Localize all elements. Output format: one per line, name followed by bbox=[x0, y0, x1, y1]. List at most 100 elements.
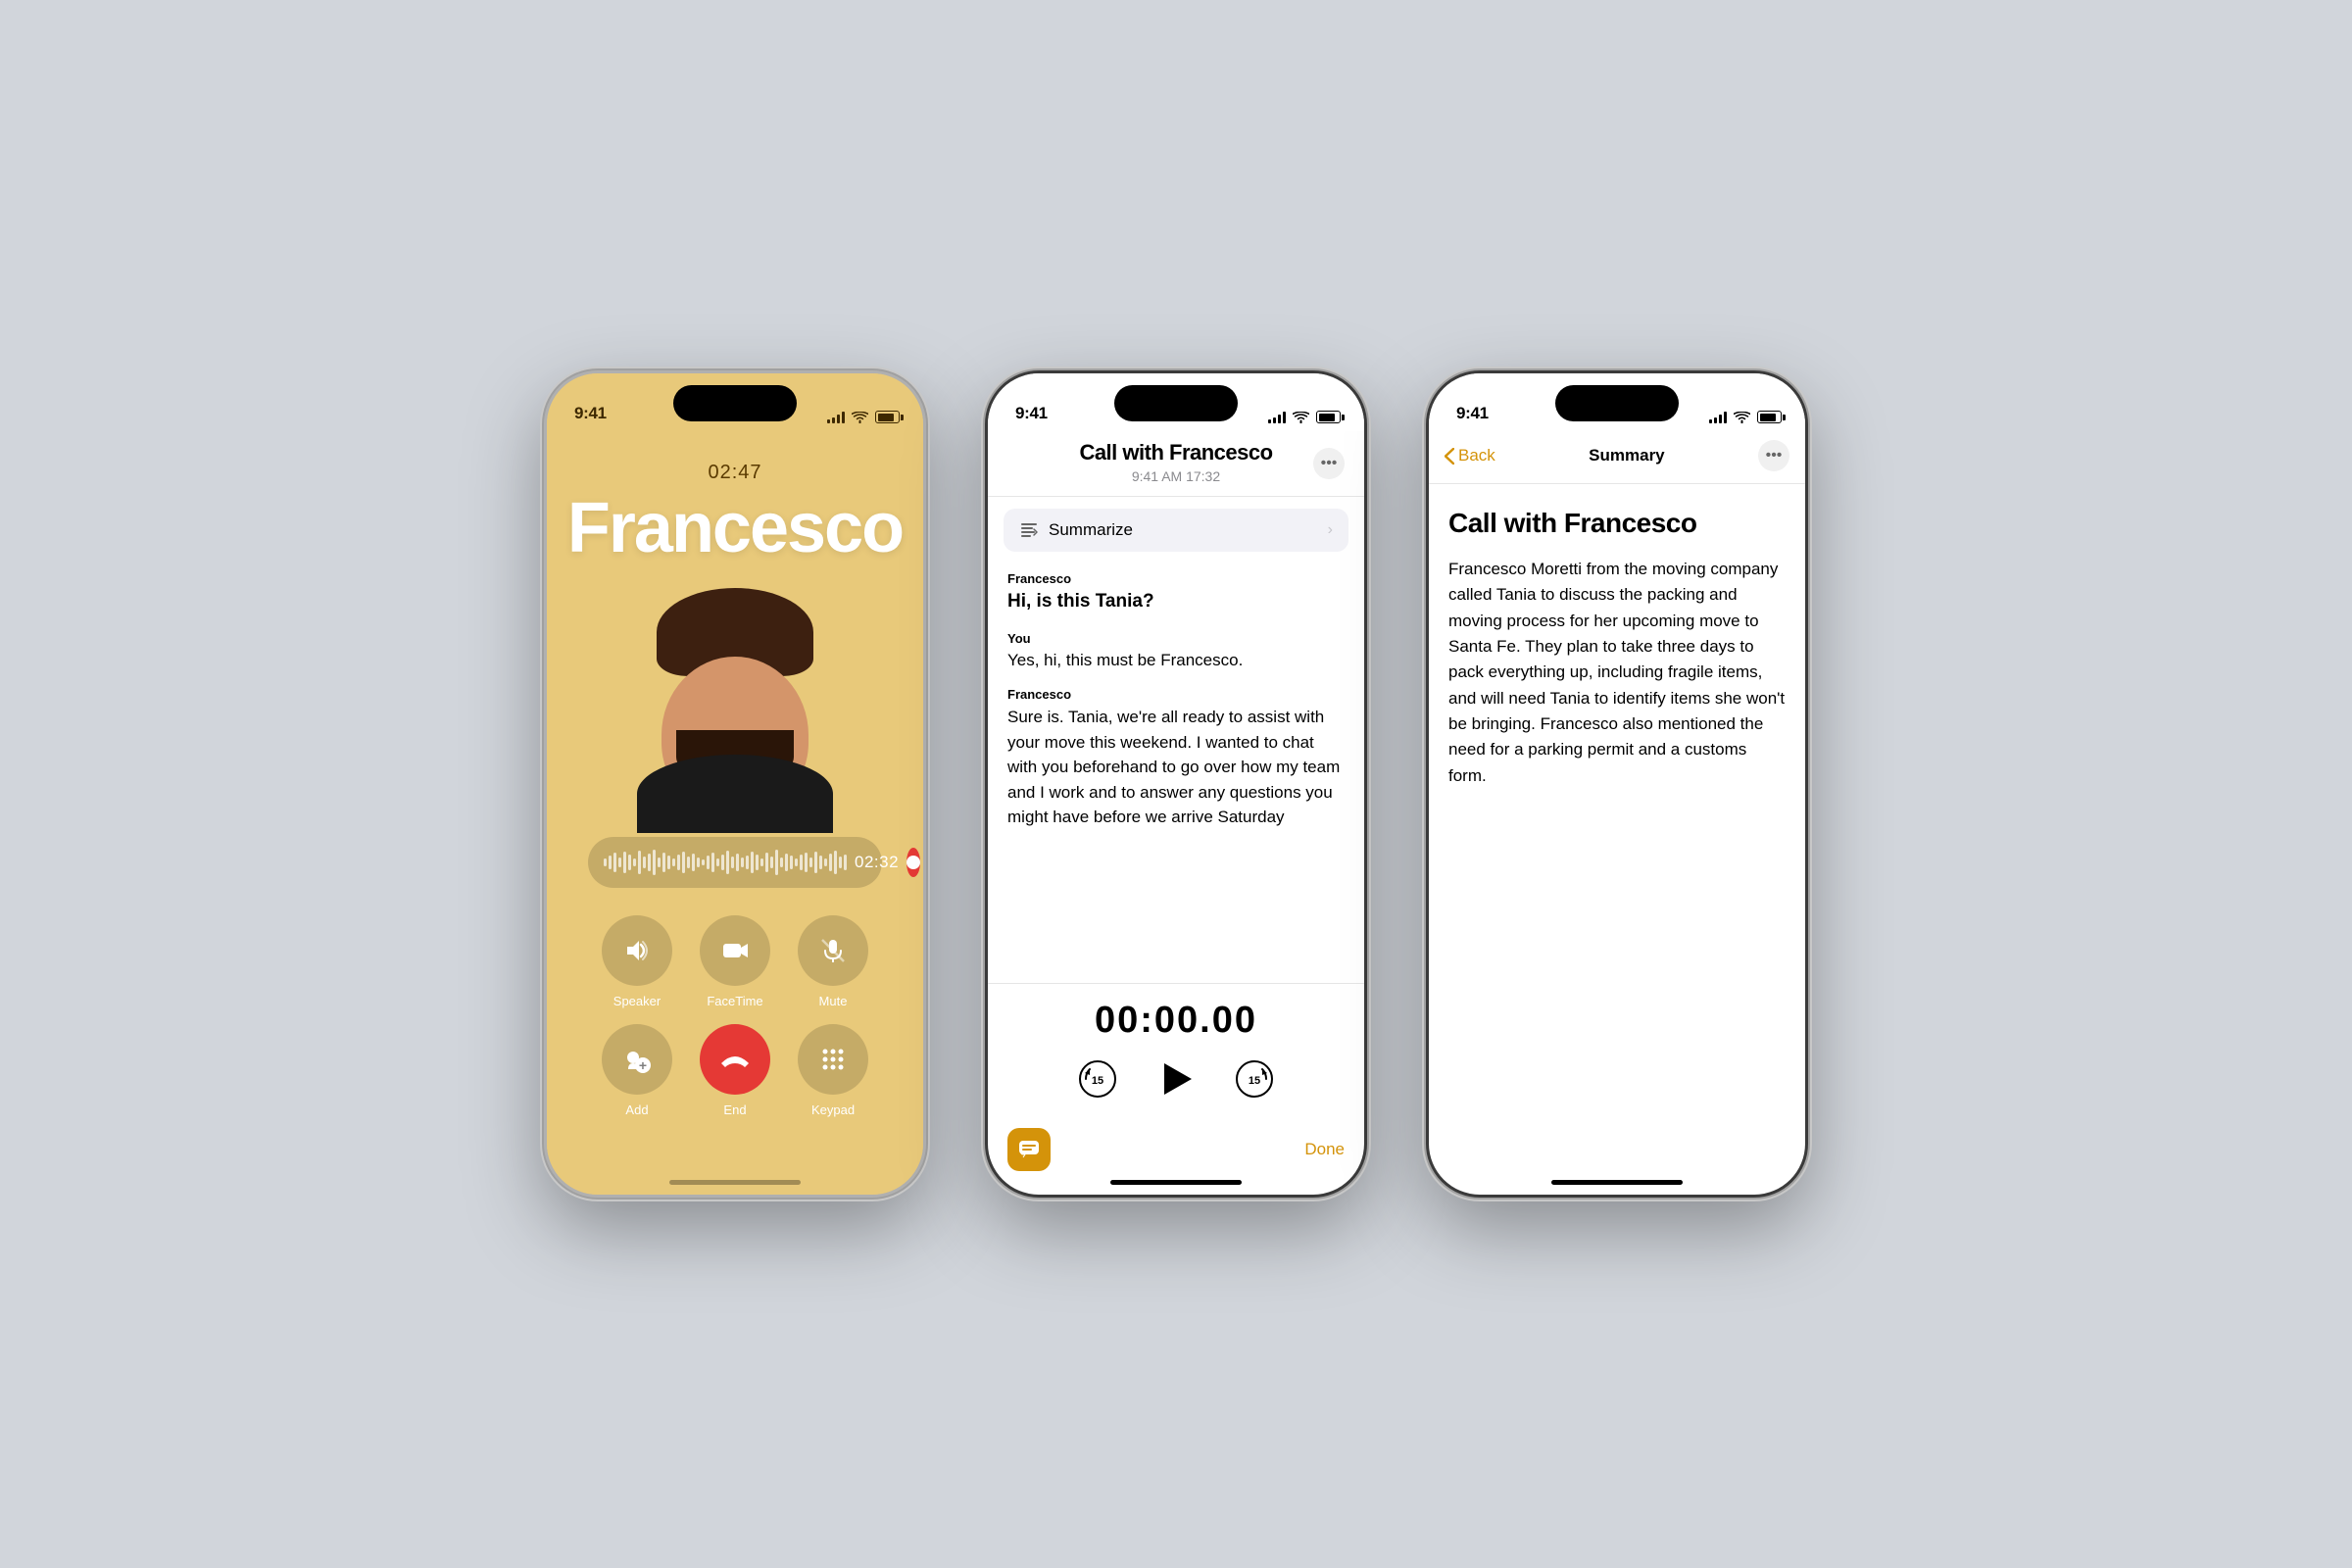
keypad-label: Keypad bbox=[811, 1102, 855, 1117]
call-buttons-top: Speaker FaceTime bbox=[602, 915, 868, 1008]
battery-icon-2 bbox=[1316, 411, 1341, 423]
speaker-icon bbox=[623, 937, 651, 964]
phone-summary-screen: 9:41 Back Summary • bbox=[1426, 370, 1808, 1198]
summarize-label: Summarize bbox=[1049, 520, 1328, 540]
record-button[interactable] bbox=[906, 848, 920, 877]
play-button[interactable] bbox=[1154, 1057, 1198, 1101]
wifi-icon-2 bbox=[1293, 412, 1309, 423]
playback-controls: 15 15 bbox=[1076, 1057, 1276, 1101]
facetime-group: FaceTime bbox=[700, 915, 770, 1008]
message-text-2: Yes, hi, this must be Francesco. bbox=[1007, 649, 1345, 672]
play-icon bbox=[1154, 1057, 1198, 1101]
call-buttons-bottom: + Add End bbox=[602, 1024, 868, 1117]
phone-call-screen: 9:41 02:47 Francesco bbox=[544, 370, 926, 1198]
skip-forward-button[interactable]: 15 bbox=[1233, 1057, 1276, 1101]
home-indicator-3 bbox=[1551, 1180, 1683, 1185]
skip-back-button[interactable]: 15 bbox=[1076, 1057, 1119, 1101]
add-group: + Add bbox=[602, 1024, 672, 1117]
back-chevron-icon bbox=[1445, 448, 1454, 465]
speaker-3: Francesco bbox=[1007, 687, 1345, 702]
battery-icon-3 bbox=[1757, 411, 1782, 423]
caller-name: Francesco bbox=[567, 488, 903, 568]
signal-icon-2 bbox=[1268, 412, 1286, 423]
back-button[interactable]: Back bbox=[1445, 446, 1495, 466]
wifi-icon-3 bbox=[1734, 412, 1750, 423]
summary-screen: Back Summary ••• Call with Francesco Fra… bbox=[1429, 373, 1805, 1195]
call-timer: 02:47 bbox=[708, 462, 761, 484]
playback-timer: 00:00.00 bbox=[1095, 1000, 1257, 1042]
speaker-label: Speaker bbox=[613, 994, 661, 1008]
summarize-chevron-icon: › bbox=[1328, 521, 1333, 539]
speaker-group: Speaker bbox=[602, 915, 672, 1008]
battery-icon-1 bbox=[875, 411, 900, 423]
home-indicator-1 bbox=[669, 1180, 801, 1185]
waveform-visual bbox=[604, 849, 847, 876]
svg-text:+: + bbox=[639, 1057, 647, 1073]
facetime-button[interactable] bbox=[700, 915, 770, 986]
message-2: You Yes, hi, this must be Francesco. bbox=[1007, 631, 1345, 672]
status-icons-2 bbox=[1268, 411, 1341, 423]
keypad-icon bbox=[820, 1047, 846, 1072]
facetime-label: FaceTime bbox=[707, 994, 762, 1008]
dynamic-island bbox=[673, 385, 797, 421]
add-button[interactable]: + bbox=[602, 1024, 672, 1095]
summary-title: Call with Francesco bbox=[1448, 508, 1786, 539]
summary-more-button[interactable]: ••• bbox=[1758, 440, 1789, 471]
wifi-icon-1 bbox=[852, 412, 868, 423]
status-time-2: 9:41 bbox=[1015, 404, 1048, 423]
speaker-1: Francesco bbox=[1007, 571, 1345, 586]
message-text-1: Hi, is this Tania? bbox=[1007, 589, 1345, 615]
back-label: Back bbox=[1458, 446, 1495, 466]
transcript-content: Francesco Hi, is this Tania? You Yes, hi… bbox=[988, 564, 1364, 983]
status-icons-1 bbox=[827, 411, 900, 423]
phone-transcript-screen: 9:41 Call with Francesco 9:41 AM 17:32 •… bbox=[985, 370, 1367, 1198]
record-indicator bbox=[906, 856, 920, 869]
mute-button[interactable] bbox=[798, 915, 868, 986]
chat-bubble-icon bbox=[1017, 1138, 1041, 1161]
svg-text:15: 15 bbox=[1249, 1075, 1260, 1087]
dynamic-island-2 bbox=[1114, 385, 1238, 421]
mute-icon bbox=[819, 937, 847, 964]
end-group: End bbox=[700, 1024, 770, 1117]
add-label: Add bbox=[625, 1102, 648, 1117]
signal-icon-1 bbox=[827, 412, 845, 423]
dynamic-island-3 bbox=[1555, 385, 1679, 421]
transcript-screen: Call with Francesco 9:41 AM 17:32 ••• Su… bbox=[988, 373, 1364, 1195]
summary-content: Call with Francesco Francesco Moretti fr… bbox=[1429, 484, 1805, 1195]
done-button[interactable]: Done bbox=[1304, 1140, 1345, 1159]
keypad-button[interactable] bbox=[798, 1024, 868, 1095]
more-options-button[interactable]: ••• bbox=[1313, 448, 1345, 479]
facetime-icon bbox=[721, 937, 749, 964]
playback-section: 00:00.00 15 bbox=[988, 983, 1364, 1116]
end-call-icon bbox=[719, 1050, 751, 1069]
waveform-time: 02:32 bbox=[855, 853, 899, 872]
speaker-button[interactable] bbox=[602, 915, 672, 986]
waveform-bar: 02:32 bbox=[588, 837, 882, 888]
message-text-3: Sure is. Tania, we're all ready to assis… bbox=[1007, 705, 1345, 830]
message-3: Francesco Sure is. Tania, we're all read… bbox=[1007, 687, 1345, 830]
end-label: End bbox=[723, 1102, 746, 1117]
transcript-subtitle: 9:41 AM 17:32 bbox=[988, 468, 1364, 484]
svg-text:15: 15 bbox=[1092, 1075, 1103, 1087]
keypad-group: Keypad bbox=[798, 1024, 868, 1117]
summary-nav-title: Summary bbox=[1589, 446, 1664, 466]
skip-back-icon: 15 bbox=[1078, 1059, 1117, 1099]
transcript-chat-button[interactable] bbox=[1007, 1128, 1051, 1171]
avatar bbox=[617, 578, 853, 813]
call-screen: 02:47 Francesco bbox=[547, 373, 923, 1195]
end-call-button[interactable] bbox=[700, 1024, 770, 1095]
home-indicator-2 bbox=[1110, 1180, 1242, 1185]
speaker-2: You bbox=[1007, 631, 1345, 646]
summarize-button[interactable]: Summarize › bbox=[1004, 509, 1348, 552]
add-icon: + bbox=[623, 1046, 651, 1073]
status-icons-3 bbox=[1709, 411, 1782, 423]
signal-icon-3 bbox=[1709, 412, 1727, 423]
memoji-figure bbox=[617, 578, 853, 813]
memoji-body bbox=[637, 755, 833, 833]
message-1: Francesco Hi, is this Tania? bbox=[1007, 571, 1345, 615]
transcript-title: Call with Francesco bbox=[988, 440, 1364, 466]
skip-forward-icon: 15 bbox=[1235, 1059, 1274, 1099]
status-time-3: 9:41 bbox=[1456, 404, 1489, 423]
mute-group: Mute bbox=[798, 915, 868, 1008]
mute-label: Mute bbox=[819, 994, 848, 1008]
